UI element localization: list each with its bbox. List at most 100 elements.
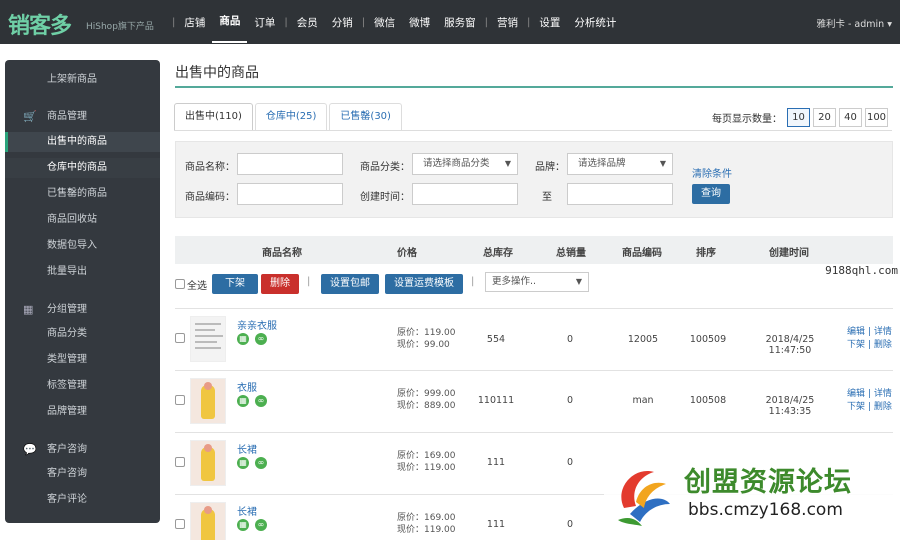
per-page-100[interactable]: 100 [865, 108, 888, 127]
nav-item-distribution[interactable]: 分销 [325, 15, 360, 30]
forum-ad-overlay: 创盟资源论坛 bbs.cmzy168.com [604, 452, 900, 536]
detail-link[interactable]: 详情 [874, 327, 892, 337]
qrcode-icon[interactable]: ▦ [237, 457, 249, 469]
link-icon[interactable]: ∞ [255, 333, 267, 345]
tab-sold-out[interactable]: 已售罄(30) [329, 103, 402, 131]
nav-item-analytics[interactable]: 分析统计 [567, 15, 623, 30]
chat-icon: 💬 [23, 443, 37, 456]
brand-select[interactable]: 请选择品牌 ▼ [567, 153, 673, 175]
sort-cell: 100508 [689, 395, 727, 406]
nav-separator: | [172, 16, 176, 28]
nav-item-marketing[interactable]: 营销 [490, 15, 525, 30]
nav-item-store[interactable]: 店铺 [177, 15, 212, 30]
sidebar-item-add-product[interactable]: 上架新商品 [5, 70, 160, 90]
original-price: 原价：999.00 [397, 389, 456, 399]
select-all-checkbox[interactable] [175, 279, 185, 289]
sidebar-item-type[interactable]: 类型管理 [5, 350, 160, 370]
original-price: 原价：119.00 [397, 328, 456, 338]
category-select[interactable]: 请选择商品分类 ▼ [412, 153, 518, 175]
nav-item-products[interactable]: 商品 [212, 1, 248, 43]
sidebar-item-category[interactable]: 商品分类 [5, 324, 160, 344]
thumbnail-line [195, 329, 215, 331]
row-ops: 编辑 | 详情 下架 | 删除 [847, 326, 892, 352]
current-price: 现价：889.00 [397, 401, 456, 411]
product-thumbnail[interactable] [190, 440, 226, 486]
sidebar-item-tag[interactable]: 标签管理 [5, 376, 160, 396]
column-header-sales: 总销量 [556, 248, 586, 259]
nav-item-orders[interactable]: 订单 [247, 15, 282, 30]
thumbnail-line [195, 347, 221, 349]
product-name-link[interactable]: 衣服 [237, 379, 257, 394]
sidebar-item-data-import[interactable]: 数据包导入 [5, 236, 160, 256]
set-free-shipping-button[interactable]: 设置包邮 [321, 274, 379, 294]
tab-on-sale[interactable]: 出售中(110) [174, 103, 253, 131]
per-page-40[interactable]: 40 [839, 108, 862, 127]
forum-url: bbs.cmzy168.com [688, 500, 843, 520]
bulk-off-shelf-button[interactable]: 下架 [212, 274, 258, 294]
link-icon[interactable]: ∞ [255, 519, 267, 531]
delete-link[interactable]: 删除 [874, 402, 892, 412]
product-code-input[interactable] [237, 183, 343, 205]
sidebar-section-customer-consult[interactable]: 💬 客户咨询 [5, 440, 160, 460]
product-thumbnail[interactable] [190, 502, 226, 540]
stock-cell: 111 [486, 457, 506, 468]
tab-warehouse[interactable]: 仓库中(25) [254, 103, 328, 131]
price-cell: 原价：169.00 现价：119.00 [397, 512, 456, 536]
nav-separator: | [527, 16, 531, 28]
more-actions-select[interactable]: 更多操作.. ▼ [485, 272, 589, 292]
column-header-name: 商品名称 [262, 248, 302, 259]
product-thumbnail[interactable] [190, 378, 226, 424]
off-shelf-link[interactable]: 下架 [847, 402, 865, 412]
sidebar-item-on-sale[interactable]: 出售中的商品 [5, 132, 160, 152]
row-checkbox[interactable] [175, 457, 185, 467]
off-shelf-link[interactable]: 下架 [847, 340, 865, 350]
app-logo[interactable]: 销客多 [8, 8, 72, 40]
sales-cell: 0 [566, 457, 574, 468]
delete-link[interactable]: 删除 [874, 340, 892, 350]
link-icon[interactable]: ∞ [255, 395, 267, 407]
bulk-delete-button[interactable]: 删除 [261, 274, 299, 294]
product-name-input[interactable] [237, 153, 343, 175]
clear-filters-link[interactable]: 清除条件 [692, 165, 732, 180]
product-thumbnail[interactable] [190, 316, 226, 362]
product-name-link[interactable]: 长裙 [237, 441, 257, 456]
current-price: 现价：119.00 [397, 463, 456, 473]
sidebar-item-brand[interactable]: 品牌管理 [5, 402, 160, 422]
set-shipping-template-button[interactable]: 设置运费模板 [385, 274, 463, 294]
stock-cell: 111 [486, 519, 506, 530]
per-page-20[interactable]: 20 [813, 108, 836, 127]
sidebar-item-batch-export[interactable]: 批量导出 [5, 262, 160, 282]
ops-separator: | [867, 402, 871, 412]
sidebar-item-consult[interactable]: 客户咨询 [5, 464, 160, 484]
query-button[interactable]: 查询 [692, 184, 730, 204]
qrcode-icon[interactable]: ▦ [237, 519, 249, 531]
per-page-10[interactable]: 10 [787, 108, 810, 127]
row-checkbox[interactable] [175, 395, 185, 405]
nav-item-settings[interactable]: 设置 [532, 15, 567, 30]
sidebar-section-product-management[interactable]: 🛒 商品管理 [5, 107, 160, 127]
user-menu[interactable]: 雅利卡 - admin ▾ [816, 16, 892, 30]
create-time-end-input[interactable] [567, 183, 673, 205]
product-name-link[interactable]: 亲亲衣服 [237, 317, 277, 332]
edit-link[interactable]: 编辑 [847, 327, 865, 337]
action-separator: | [471, 276, 475, 287]
grid-icon: ▦ [23, 303, 34, 316]
edit-link[interactable]: 编辑 [847, 389, 865, 399]
nav-item-weibo[interactable]: 微博 [402, 15, 437, 30]
detail-link[interactable]: 详情 [874, 389, 892, 399]
nav-item-service-window[interactable]: 服务窗 [437, 15, 483, 30]
qrcode-icon[interactable]: ▦ [237, 333, 249, 345]
nav-item-wechat[interactable]: 微信 [367, 15, 402, 30]
qrcode-icon[interactable]: ▦ [237, 395, 249, 407]
link-icon[interactable]: ∞ [255, 457, 267, 469]
nav-item-members[interactable]: 会员 [290, 15, 325, 30]
sidebar-section-group-management[interactable]: ▦ 分组管理 [5, 300, 160, 320]
product-name-link[interactable]: 长裙 [237, 503, 257, 518]
sidebar-item-recycle-bin[interactable]: 商品回收站 [5, 210, 160, 230]
sidebar-item-warehouse[interactable]: 仓库中的商品 [5, 158, 160, 178]
row-checkbox[interactable] [175, 333, 185, 343]
sidebar-item-reviews[interactable]: 客户评论 [5, 490, 160, 510]
create-time-start-input[interactable] [412, 183, 518, 205]
row-checkbox[interactable] [175, 519, 185, 529]
sidebar-item-sold-out[interactable]: 已售罄的商品 [5, 184, 160, 204]
